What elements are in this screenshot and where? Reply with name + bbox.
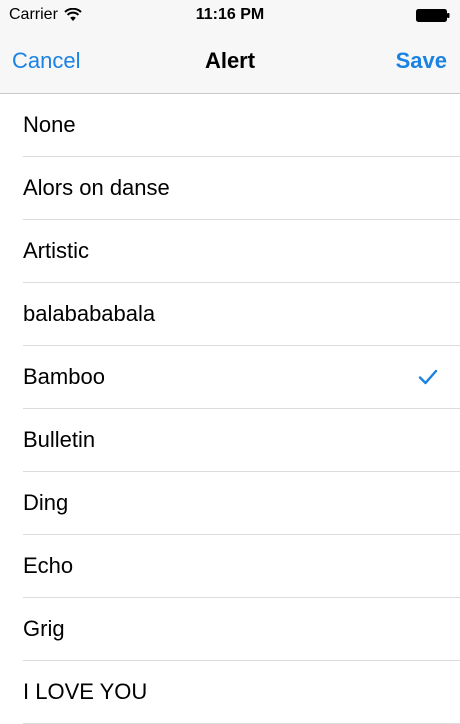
list-item[interactable]: Echo — [0, 535, 460, 598]
battery-full-icon — [416, 9, 450, 22]
list-item[interactable]: Artistic — [0, 220, 460, 283]
navigation-bar: Cancel Alert Save — [0, 30, 460, 93]
list-item-label: Alors on danse — [23, 175, 170, 200]
list-item[interactable]: I LOVE YOU — [0, 661, 460, 724]
list-item[interactable]: Bulletin — [0, 409, 460, 472]
list-item-label: I LOVE YOU — [23, 679, 148, 704]
list-item-label: balabababala — [23, 301, 156, 326]
alert-tone-list: None Alors on danse Artistic balabababala Ba… — [0, 94, 460, 724]
list-item[interactable]: Bamboo — [0, 346, 460, 409]
list-item[interactable]: Alors on danse — [0, 157, 460, 220]
list-item[interactable]: Grig — [0, 598, 460, 661]
list-item-label: Grig — [23, 616, 65, 641]
list-item[interactable]: Ding — [0, 472, 460, 535]
list-item-label: Bamboo — [23, 364, 105, 389]
list-item-label: None — [23, 112, 76, 137]
list-item[interactable]: None — [0, 94, 460, 157]
list-item-label: Bulletin — [23, 427, 96, 452]
list-item-label: Ding — [23, 490, 69, 515]
list-item[interactable]: balabababala — [0, 283, 460, 346]
save-button[interactable]: Save — [396, 48, 447, 74]
status-bar: Carrier 11:16 PM — [0, 0, 460, 30]
checkmark-icon — [418, 369, 438, 385]
page-title: Alert — [204, 48, 256, 73]
list-item-label: Echo — [23, 553, 74, 578]
list-item-label: Artistic — [23, 238, 89, 263]
top-chrome: Carrier 11:16 PM Cancel Alert Save — [0, 0, 460, 94]
status-time: 11:16 PM — [195, 6, 265, 23]
